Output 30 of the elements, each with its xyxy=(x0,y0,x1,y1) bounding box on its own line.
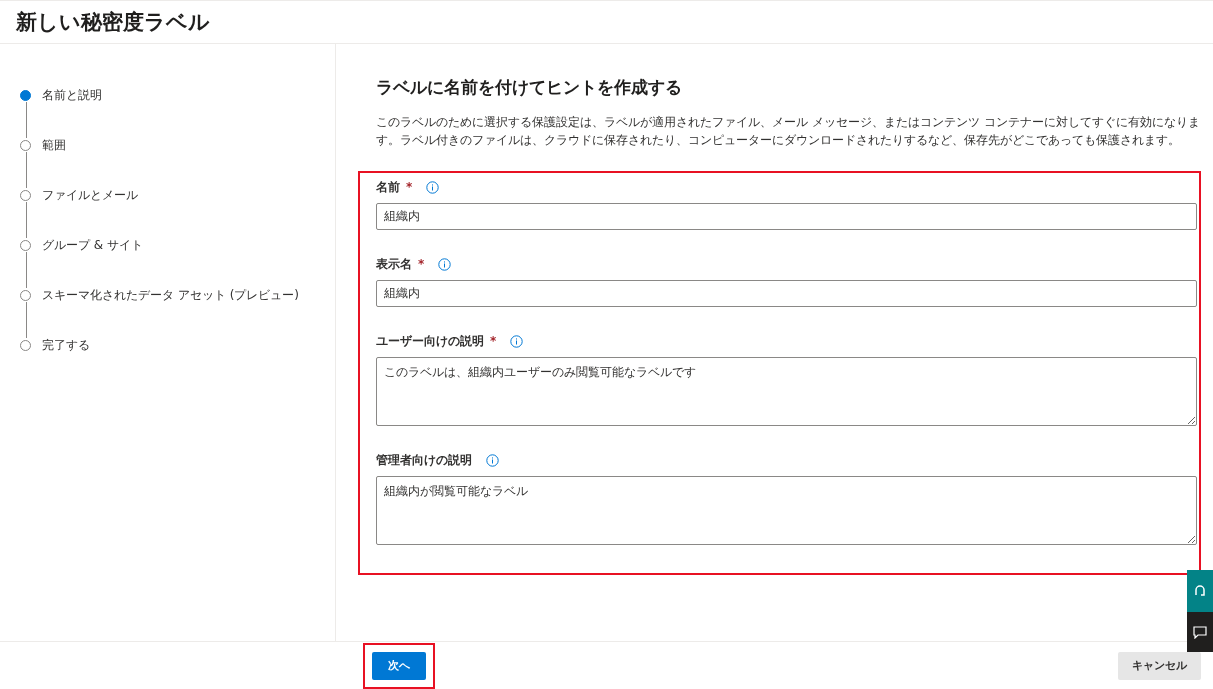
text-area[interactable]: 組織内が閲覧可能なラベル xyxy=(376,476,1197,545)
chat-icon xyxy=(1193,625,1207,639)
text-field[interactable]: 組織内 xyxy=(376,203,1197,230)
info-icon[interactable] xyxy=(438,257,452,271)
section-heading: ラベルに名前を付けてヒントを作成する xyxy=(376,76,683,99)
step-label[interactable]: スキーマ化されたデータ アセット (プレビュー) xyxy=(42,286,299,304)
step-label[interactable]: 完了する xyxy=(42,336,90,354)
description-text: このラベルのために選択する保護設定は、ラベルが適用されたファイル、メール メッセージ、またはコンテンツ コンテナーに対してすぐに有効になります。ラベル付きのファイルは、クラウドに保存されたり、コンピューターにダウンロードされたりするなど、保存先がどこであっても保護されます。 xyxy=(376,114,1201,149)
field-label: 表示名 xyxy=(376,255,412,273)
field-label: ユーザー向けの説明 xyxy=(376,332,484,350)
required-mark: * xyxy=(406,180,413,194)
text-area[interactable]: このラベルは、組織内ユーザーのみ閲覧可能なラベルです xyxy=(376,357,1197,426)
info-icon[interactable] xyxy=(510,334,524,348)
required-mark: * xyxy=(418,257,425,271)
field-label: 名前 xyxy=(376,178,400,196)
headset-icon xyxy=(1194,584,1206,598)
step-label[interactable]: ファイルとメール xyxy=(42,186,138,204)
info-icon[interactable] xyxy=(486,453,499,467)
support-button[interactable] xyxy=(1187,570,1213,612)
field-label: 管理者向けの説明 xyxy=(376,451,472,469)
info-icon[interactable] xyxy=(426,180,440,194)
required-mark: * xyxy=(490,334,497,348)
page-title: 新しい秘密度ラベル xyxy=(16,9,210,36)
text-field[interactable]: 組織内 xyxy=(376,280,1197,307)
cancel-button[interactable]: キャンセル xyxy=(1118,651,1201,680)
step-label[interactable]: グループ & サイト xyxy=(42,236,143,254)
next-button[interactable]: 次へ xyxy=(372,651,426,680)
step-label[interactable]: 名前と説明 xyxy=(42,86,102,104)
feedback-button[interactable] xyxy=(1187,612,1213,652)
step-label[interactable]: 範囲 xyxy=(42,136,66,154)
